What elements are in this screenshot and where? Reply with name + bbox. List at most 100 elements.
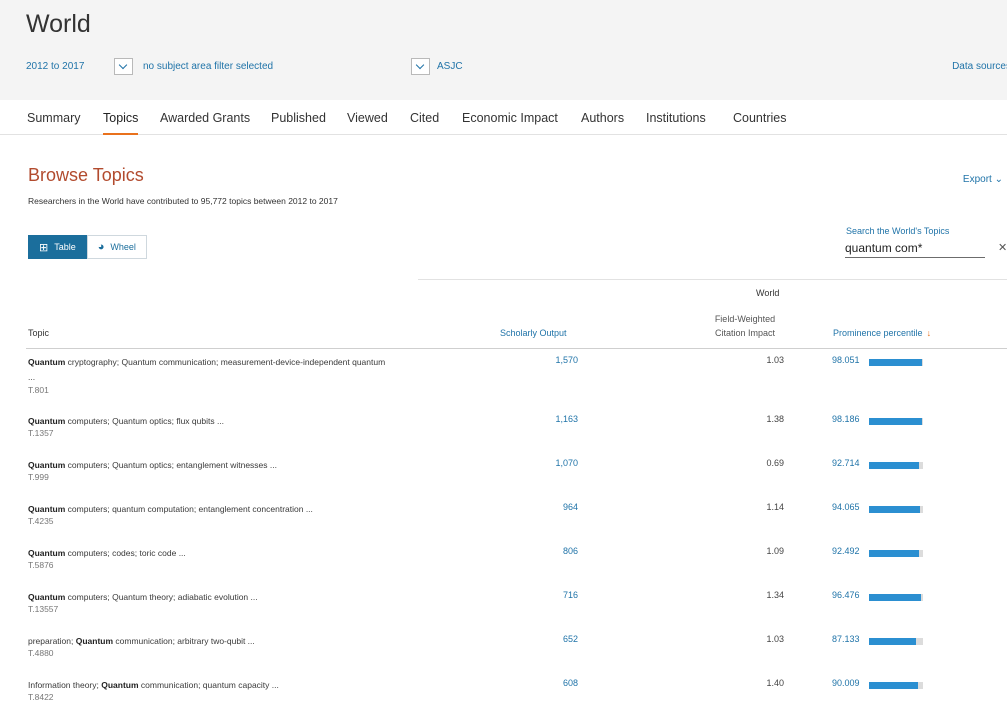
topic-id: T.4880 (28, 648, 54, 658)
topic-keyword: Quantum (28, 548, 66, 558)
scholarly-output-value[interactable]: 964 (546, 502, 578, 512)
search-label: Search the World's Topics (846, 226, 950, 236)
topic-name-rest: computers; quantum computation; entangle… (65, 504, 313, 514)
prominence-bar (869, 506, 923, 513)
subject-area-filter[interactable]: no subject area filter selected (143, 61, 273, 72)
fwci-value: 1.03 (766, 355, 784, 365)
scholarly-output-column-header[interactable]: Scholarly Output (500, 328, 567, 338)
tab-cited[interactable]: Cited (410, 111, 439, 125)
topic-keyword: Quantum (28, 592, 66, 602)
topic-id: T.13557 (28, 604, 59, 614)
prominence-bar-fill (869, 682, 918, 689)
topic-id: T.8422 (28, 692, 54, 702)
wheel-icon: ◕ (97, 241, 105, 253)
group-header-divider (418, 279, 1007, 280)
prominence-bar (869, 359, 923, 366)
scholarly-output-value[interactable]: 806 (546, 546, 578, 556)
fwci-value: 1.40 (766, 678, 784, 688)
export-button[interactable]: Export ⌄ (963, 174, 1003, 185)
prominence-bar-fill (869, 638, 916, 645)
tab-countries[interactable]: Countries (733, 111, 787, 125)
topic-keyword: Quantum (28, 504, 66, 514)
prominence-bar-fill (869, 594, 921, 601)
topic-keyword: Quantum (101, 680, 139, 690)
prominence-value: 98.051 (832, 355, 860, 365)
topic-search-input[interactable] (845, 239, 985, 258)
fwci-value: 1.14 (766, 502, 784, 512)
prominence-value: 87.133 (832, 634, 860, 644)
tab-economic-impact[interactable]: Economic Impact (462, 111, 558, 125)
world-column-group-header: World (756, 288, 780, 298)
topic-name-link[interactable]: Quantum computers; Quantum optics; flux … (28, 414, 388, 429)
page-header: World 2012 to 2017 no subject area filte… (0, 0, 1007, 100)
data-sources-link[interactable]: Data sources (952, 61, 1007, 72)
prominence-bar (869, 682, 923, 689)
prominence-bar (869, 550, 923, 557)
arrow-down-icon: ↓ (926, 328, 932, 338)
prominence-header-label: Prominence percentile (833, 328, 923, 338)
prominence-column-header[interactable]: Prominence percentile ↓ (833, 328, 931, 338)
prominence-bar (869, 462, 923, 469)
year-range-select[interactable]: 2012 to 2017 (26, 61, 84, 72)
topic-name-rest: computers; Quantum optics; flux qubits .… (65, 416, 225, 426)
topic-name-link[interactable]: Quantum computers; Quantum optics; entan… (28, 458, 388, 473)
wheel-view-button[interactable]: ◕ Wheel (86, 235, 147, 259)
fwci-value: 1.09 (766, 546, 784, 556)
topic-id: T.801 (28, 385, 49, 395)
topic-name-link[interactable]: Quantum computers; codes; toric code ... (28, 546, 388, 561)
topic-id: T.5876 (28, 560, 54, 570)
fwci-value: 1.03 (766, 634, 784, 644)
topic-name-rest: communication; arbitrary two-qubit ... (113, 636, 255, 646)
tab-summary[interactable]: Summary (27, 111, 80, 125)
topic-keyword: Quantum (28, 416, 66, 426)
prominence-bar-fill (869, 550, 919, 557)
prominence-bar-fill (869, 506, 920, 513)
topic-name-rest: computers; codes; toric code ... (65, 548, 186, 558)
topic-name-link[interactable]: Quantum computers; quantum computation; … (28, 502, 388, 517)
prominence-bar (869, 594, 923, 601)
topic-name-link[interactable]: Quantum cryptography; Quantum communicat… (28, 355, 388, 385)
filter-bar: 2012 to 2017 no subject area filter sele… (26, 58, 1007, 78)
prominence-value: 94.065 (832, 502, 860, 512)
topic-name-rest: cryptography; Quantum communication; mea… (28, 357, 386, 382)
wheel-view-label: Wheel (110, 242, 136, 252)
tab-topics[interactable]: Topics (103, 111, 139, 135)
scholarly-output-value[interactable]: 1,570 (546, 355, 578, 365)
close-icon[interactable]: ✕ (998, 241, 1007, 254)
tab-viewed[interactable]: Viewed (347, 111, 388, 125)
chevron-down-icon: ⌄ (994, 174, 1003, 185)
tab-awarded-grants[interactable]: Awarded Grants (160, 111, 250, 125)
subject-dropdown-chevron-icon[interactable] (411, 58, 430, 75)
scholarly-output-value[interactable]: 1,163 (546, 414, 578, 424)
table-view-button[interactable]: ⊞ Table (28, 235, 87, 259)
scholarly-output-value[interactable]: 716 (546, 590, 578, 600)
table-header-divider (26, 348, 1007, 349)
scholarly-output-value[interactable]: 652 (546, 634, 578, 644)
fwci-value: 1.34 (766, 590, 784, 600)
topic-prefix: Information theory; (28, 680, 102, 690)
topic-name-link[interactable]: Quantum computers; Quantum theory; adiab… (28, 590, 388, 605)
year-dropdown-chevron-icon[interactable] (114, 58, 133, 75)
fwci-value: 1.38 (766, 414, 784, 424)
topic-name-link[interactable]: Information theory; Quantum communicatio… (28, 678, 388, 693)
classification-link[interactable]: ASJC (437, 61, 463, 72)
page-title: World (26, 10, 91, 38)
prominence-bar-fill (869, 418, 922, 425)
scholarly-output-value[interactable]: 1,070 (546, 458, 578, 468)
topic-prefix: preparation; (28, 636, 76, 646)
topic-name-link[interactable]: preparation; Quantum communication; arbi… (28, 634, 388, 649)
topic-name-rest: communication; quantum capacity ... (138, 680, 279, 690)
prominence-value: 90.009 (832, 678, 860, 688)
scholarly-output-value[interactable]: 608 (546, 678, 578, 688)
tab-institutions[interactable]: Institutions (646, 111, 706, 125)
browse-topics-heading: Browse Topics (28, 165, 144, 185)
prominence-bar-fill (869, 462, 920, 469)
tab-authors[interactable]: Authors (581, 111, 624, 125)
topic-keyword: Quantum (28, 357, 66, 367)
topic-name-rest: computers; Quantum theory; adiabatic evo… (65, 592, 258, 602)
tab-published[interactable]: Published (271, 111, 326, 125)
table-view-label: Table (54, 242, 76, 252)
fwci-column-header[interactable]: Field-Weighted Citation Impact (702, 312, 788, 340)
prominence-value: 92.492 (832, 546, 860, 556)
prominence-value: 98.186 (832, 414, 860, 424)
